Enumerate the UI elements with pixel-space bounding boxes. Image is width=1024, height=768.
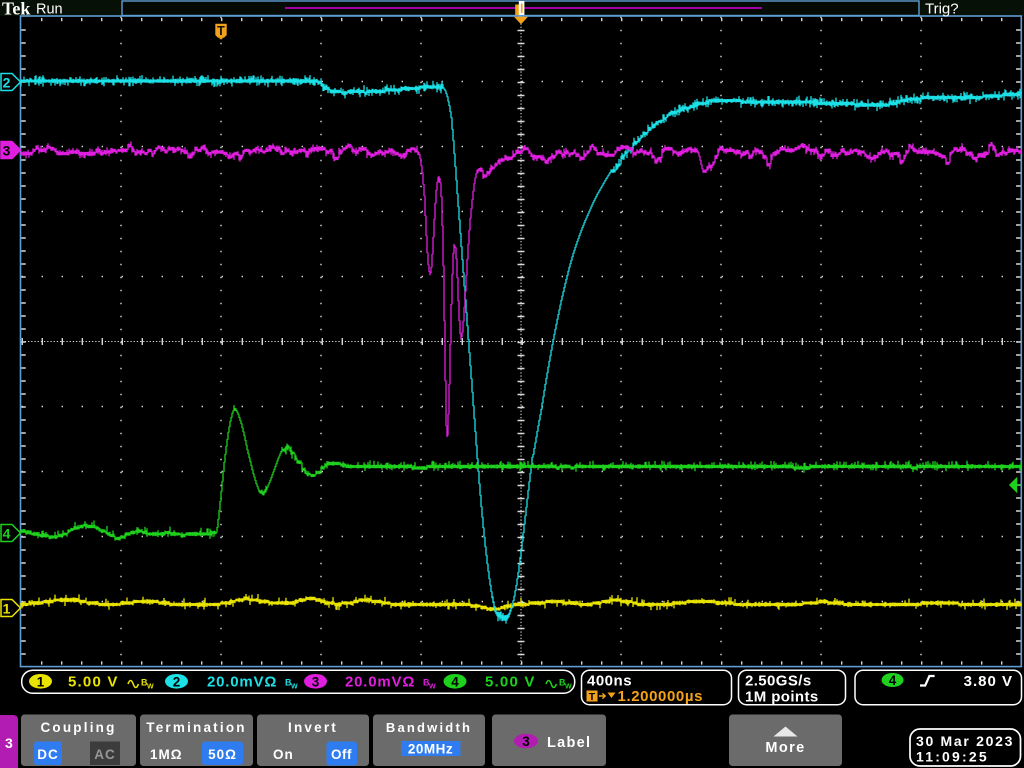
svg-text:1: 1 [3,601,11,617]
svg-text:Coupling: Coupling [40,720,116,735]
svg-text:On: On [273,747,294,762]
svg-text:2: 2 [173,674,181,689]
svg-text:W: W [147,684,154,691]
svg-text:1M points: 1M points [745,689,819,706]
svg-text:5.00 V: 5.00 V [485,674,536,691]
svg-text:2: 2 [3,75,11,91]
svg-text:Trig?: Trig? [925,1,959,18]
svg-text:DC: DC [37,747,59,762]
svg-text:W: W [565,684,572,691]
svg-text:1MΩ: 1MΩ [150,747,183,762]
svg-text:4: 4 [889,673,897,688]
svg-text:20.0mVΩ: 20.0mVΩ [345,674,415,691]
svg-text:1.200000µs: 1.200000µs [618,688,704,705]
svg-text:Bandwidth: Bandwidth [386,720,472,735]
svg-text:50Ω: 50Ω [208,747,237,762]
svg-text:W: W [291,684,298,691]
svg-text:Run: Run [36,2,63,18]
svg-text:Label: Label [547,735,591,751]
svg-text:More: More [765,740,805,756]
svg-text:4: 4 [451,674,459,689]
svg-text:11:09:25: 11:09:25 [916,749,989,765]
svg-text:W: W [429,684,436,691]
svg-text:Termination: Termination [146,720,246,735]
svg-text:3.80 V: 3.80 V [964,673,1013,690]
svg-text:3: 3 [522,734,530,749]
svg-text:20MHz: 20MHz [408,742,453,757]
svg-text:Tek: Tek [2,0,30,19]
svg-text:1: 1 [37,674,45,689]
svg-text:Invert: Invert [288,720,338,735]
svg-text:3: 3 [312,674,320,689]
svg-text:2.50GS/s: 2.50GS/s [745,673,812,690]
svg-text:20.0mVΩ: 20.0mVΩ [207,674,277,691]
svg-text:T: T [589,691,596,703]
svg-text:5.00 V: 5.00 V [68,674,119,691]
svg-text:4: 4 [3,526,11,542]
svg-text:400ns: 400ns [587,673,632,690]
svg-text:AC: AC [94,747,116,762]
svg-text:T: T [217,24,225,38]
svg-text:3: 3 [3,143,11,159]
svg-text:30 Mar 2023: 30 Mar 2023 [916,733,1014,749]
svg-text:3: 3 [5,735,13,751]
svg-text:Off: Off [331,747,352,762]
